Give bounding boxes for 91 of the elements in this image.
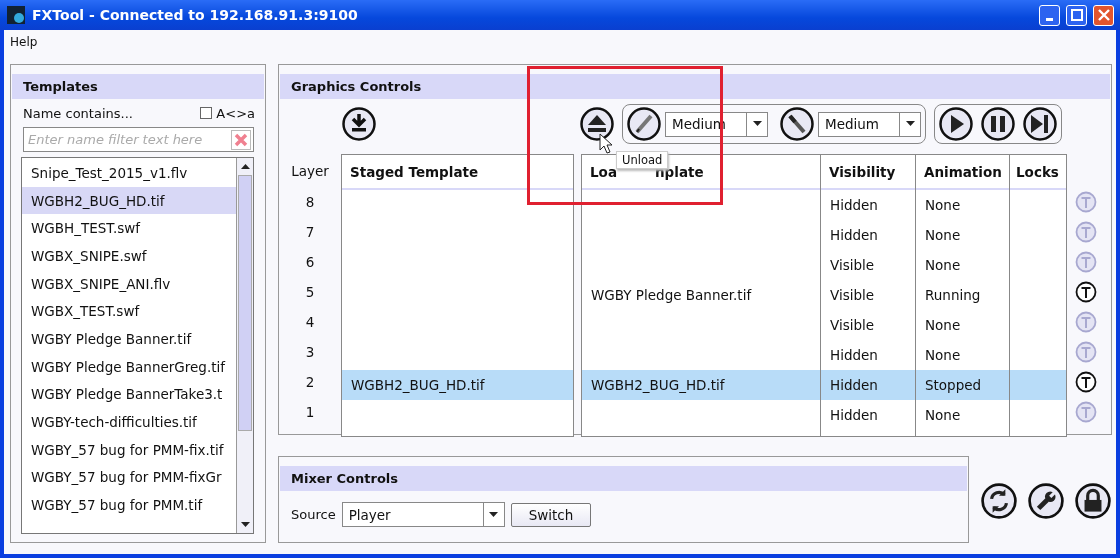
lock-toggle-icon[interactable] bbox=[1075, 281, 1097, 303]
maximize-icon bbox=[1070, 9, 1083, 21]
template-item[interactable]: WGBY_57 bug for PMM-fix.tif bbox=[22, 435, 236, 464]
table-cell: WGBH2_BUG_HD.tif bbox=[351, 377, 485, 393]
transition-dropdown[interactable]: Medium bbox=[818, 111, 921, 137]
table-cell: Hidden bbox=[830, 377, 878, 393]
caret-icon[interactable] bbox=[240, 522, 250, 528]
column-header: Locks bbox=[1010, 155, 1066, 190]
source-dropdown[interactable]: Player bbox=[341, 502, 505, 527]
template-item[interactable]: WGBH2_BUG_HD.tif bbox=[22, 186, 236, 215]
layer-number: 1 bbox=[304, 403, 316, 422]
table-cell: Visible bbox=[830, 317, 875, 333]
template-item[interactable]: WGBX_SNIPE_ANI.flv bbox=[22, 269, 236, 298]
refresh-button[interactable] bbox=[981, 483, 1017, 519]
clear-icon[interactable] bbox=[231, 130, 251, 150]
table-cell: Hidden bbox=[830, 347, 878, 363]
layer-number: 5 bbox=[304, 283, 316, 302]
template-item[interactable]: WGBY Pledge BannerTake3.t bbox=[22, 380, 236, 409]
template-item[interactable]: WGBY Pledge BannerGreg.tif bbox=[22, 352, 236, 381]
table-cell: Hidden bbox=[830, 197, 878, 213]
template-item[interactable]: WGBY-tech-difficulties.tif bbox=[22, 408, 236, 436]
table-cell: WGBY Pledge Banner.tif bbox=[591, 287, 752, 303]
table-cell: Stopped bbox=[925, 377, 982, 393]
scrollbar[interactable] bbox=[236, 158, 253, 533]
case-sensitive-checkbox[interactable]: A<>a bbox=[200, 105, 255, 121]
layer-number: 3 bbox=[304, 343, 316, 362]
table-cell: Hidden bbox=[830, 407, 878, 423]
knife-button[interactable] bbox=[780, 107, 814, 141]
table-cell: Visible bbox=[830, 287, 875, 303]
skip-button[interactable] bbox=[1023, 107, 1057, 141]
table-cell: None bbox=[925, 227, 961, 243]
table-cell: None bbox=[925, 347, 961, 363]
maximize-button[interactable] bbox=[1066, 4, 1087, 26]
pause-button[interactable] bbox=[981, 107, 1015, 141]
panel-header: Graphics Controls bbox=[280, 74, 1110, 99]
layer-number: 6 bbox=[304, 253, 316, 272]
panel-header: Templates bbox=[12, 74, 264, 99]
template-item[interactable]: WGBY_57 bug for PMM-fixGr bbox=[22, 463, 236, 492]
template-item[interactable]: WGBY_57 bug for PMM.tif bbox=[22, 491, 236, 519]
template-item[interactable]: WGBX_TEST.swf bbox=[22, 297, 236, 326]
filter-field[interactable]: Enter name filter text here bbox=[23, 127, 254, 152]
layer-number: 4 bbox=[304, 313, 316, 332]
table-cell: Visible bbox=[830, 257, 875, 273]
column-header: Animation bbox=[916, 155, 1009, 190]
settings-button[interactable] bbox=[1028, 483, 1064, 519]
layer-number: 2 bbox=[304, 373, 316, 392]
menu-item[interactable]: Help bbox=[7, 35, 41, 49]
tooltip: Unload bbox=[616, 151, 669, 169]
layer-number: 8 bbox=[304, 193, 316, 212]
lock-toggle-icon[interactable] bbox=[1075, 311, 1097, 333]
lock-toggle-icon[interactable] bbox=[1075, 341, 1097, 363]
table-cell: WGBH2_BUG_HD.tif bbox=[591, 377, 725, 393]
lock-toggle-icon[interactable] bbox=[1075, 371, 1097, 393]
column-header: Visibility bbox=[821, 155, 915, 190]
pen-button[interactable] bbox=[627, 107, 661, 141]
table-cell: Hidden bbox=[830, 227, 878, 243]
download-button[interactable] bbox=[342, 107, 376, 141]
minimize-icon bbox=[1046, 17, 1053, 21]
lock-toggle-icon[interactable] bbox=[1075, 191, 1097, 213]
caret-icon[interactable] bbox=[752, 121, 762, 127]
window-title: FXTool - Connected to 192.168.91.3:9100 bbox=[32, 7, 359, 23]
minimize-button[interactable] bbox=[1039, 4, 1060, 26]
table-cell: None bbox=[925, 317, 961, 333]
play-button[interactable] bbox=[939, 107, 973, 141]
close-icon bbox=[1097, 9, 1110, 21]
switch-button[interactable]: Switch bbox=[510, 502, 592, 527]
template-item[interactable]: WGBH_TEST.swf bbox=[22, 214, 236, 243]
lock-button[interactable] bbox=[1075, 483, 1111, 519]
template-item[interactable]: WGBX_SNIPE.swf bbox=[22, 242, 236, 270]
eject-button[interactable] bbox=[580, 107, 614, 141]
caret-icon[interactable] bbox=[240, 163, 250, 169]
template-item[interactable]: WGBY Pledge Banner.tif bbox=[22, 325, 236, 353]
table-cell: None bbox=[925, 257, 961, 273]
lock-toggle-icon[interactable] bbox=[1075, 251, 1097, 273]
lock-toggle-icon[interactable] bbox=[1075, 401, 1097, 423]
panel-header: Mixer Controls bbox=[280, 466, 967, 491]
caret-icon[interactable] bbox=[905, 121, 915, 127]
close-button[interactable] bbox=[1093, 4, 1114, 26]
lock-toggle-icon[interactable] bbox=[1075, 221, 1097, 243]
table-cell: None bbox=[925, 197, 961, 213]
caret-icon[interactable] bbox=[489, 511, 499, 518]
column-header: Layer bbox=[290, 161, 330, 181]
source-label: Source bbox=[291, 507, 336, 522]
filter-label: Name contains... bbox=[23, 105, 133, 121]
template-item[interactable]: Snipe_Test_2015_v1.flv bbox=[22, 159, 236, 187]
table-cell: Running bbox=[925, 287, 981, 303]
table-cell: None bbox=[925, 407, 961, 423]
app-logo-icon bbox=[6, 5, 26, 25]
layer-number: 7 bbox=[304, 223, 316, 242]
column-header: Staged Template bbox=[342, 155, 573, 190]
column-header: Loa bbox=[590, 163, 617, 180]
